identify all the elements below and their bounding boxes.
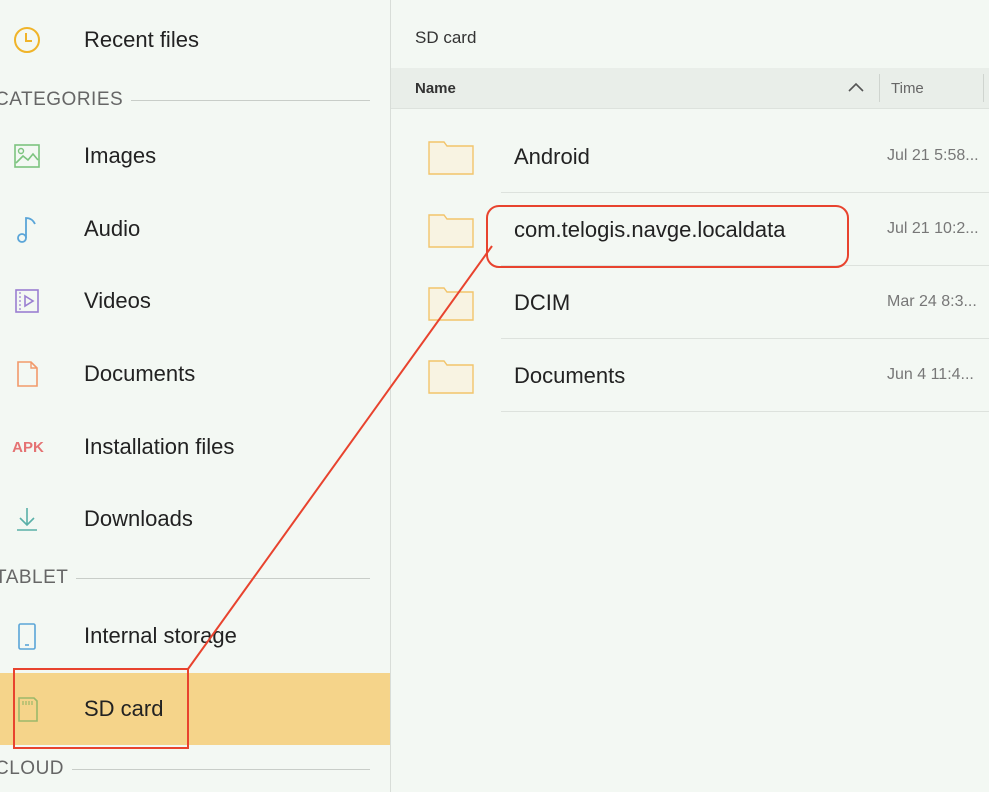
download-icon: [10, 502, 44, 536]
video-icon: [10, 284, 44, 318]
section-label: TABLET: [0, 567, 77, 589]
section-header-tablet: TABLET: [0, 566, 370, 590]
folder-icon: [427, 284, 475, 322]
section-header-categories: CATEGORIES: [0, 88, 370, 112]
section-divider: [76, 577, 370, 579]
sidebar-item-videos[interactable]: Videos: [0, 265, 390, 337]
image-icon: [10, 139, 44, 173]
sidebar-item-sd-card[interactable]: SD card: [0, 673, 390, 745]
sd-card-icon: [10, 692, 44, 726]
column-divider: [879, 74, 880, 102]
clock-icon: [10, 23, 44, 57]
folder-icon: [427, 211, 475, 249]
section-header-cloud: CLOUD: [0, 757, 370, 781]
folder-icon: [427, 357, 475, 395]
sidebar-item-label: Internal storage: [84, 623, 237, 648]
row-divider: [501, 411, 989, 412]
folder-icon: [427, 138, 475, 176]
column-header-name[interactable]: Name: [415, 80, 456, 97]
sidebar-item-downloads[interactable]: Downloads: [0, 483, 390, 555]
sidebar-item-label: Recent files: [84, 27, 199, 52]
sidebar-item-internal-storage[interactable]: Internal storage: [0, 600, 390, 672]
sidebar-item-images[interactable]: Images: [0, 120, 390, 192]
file-time: Jul 21 5:58...: [887, 147, 979, 164]
sidebar-item-label: Audio: [84, 216, 141, 241]
sidebar-item-label: Videos: [84, 288, 151, 313]
column-header-bar: Name Time: [391, 68, 989, 109]
section-divider: [131, 99, 370, 101]
file-name: DCIM: [514, 290, 571, 315]
file-name: com.telogis.navge.localdata: [514, 217, 786, 242]
sidebar: Recent files CATEGORIES Images Audio Vid…: [0, 0, 391, 792]
page-title: SD card: [415, 28, 477, 47]
file-time: Jul 21 10:2...: [887, 220, 979, 237]
sidebar-item-label: Installation files: [84, 434, 235, 459]
document-icon: [10, 357, 44, 391]
tablet-icon: [10, 619, 44, 653]
file-time: Mar 24 8:3...: [887, 293, 977, 310]
sort-ascending-icon[interactable]: [847, 80, 865, 94]
file-row-android[interactable]: Android Jul 21 5:58...: [391, 120, 989, 193]
section-label: CATEGORIES: [0, 89, 132, 111]
section-label: CLOUD: [0, 758, 73, 780]
sidebar-item-label: SD card: [84, 696, 164, 721]
column-divider: [983, 74, 984, 102]
sidebar-item-recent-files[interactable]: Recent files: [0, 4, 390, 76]
sidebar-item-audio[interactable]: Audio: [0, 193, 390, 265]
sidebar-item-label: Downloads: [84, 506, 193, 531]
file-list-panel: SD card Name Time Android Jul 21 5:58...…: [391, 0, 989, 792]
sidebar-item-installation-files[interactable]: APK Installation files: [0, 411, 390, 483]
apk-icon: APK: [8, 430, 48, 464]
file-row-com-telogis-navge-localdata[interactable]: com.telogis.navge.localdata Jul 21 10:2.…: [391, 193, 989, 266]
file-row-documents[interactable]: Documents Jun 4 11:4...: [391, 339, 989, 412]
sidebar-item-documents[interactable]: Documents: [0, 338, 390, 410]
column-header-time[interactable]: Time: [891, 80, 924, 97]
section-divider: [72, 768, 370, 770]
file-name: Android: [514, 144, 590, 169]
music-note-icon: [10, 212, 44, 246]
file-row-dcim[interactable]: DCIM Mar 24 8:3...: [391, 266, 989, 339]
file-time: Jun 4 11:4...: [887, 366, 974, 383]
sidebar-item-label: Images: [84, 143, 157, 168]
file-name: Documents: [514, 363, 626, 388]
sidebar-item-label: Documents: [84, 361, 196, 386]
apk-label: APK: [12, 438, 44, 456]
